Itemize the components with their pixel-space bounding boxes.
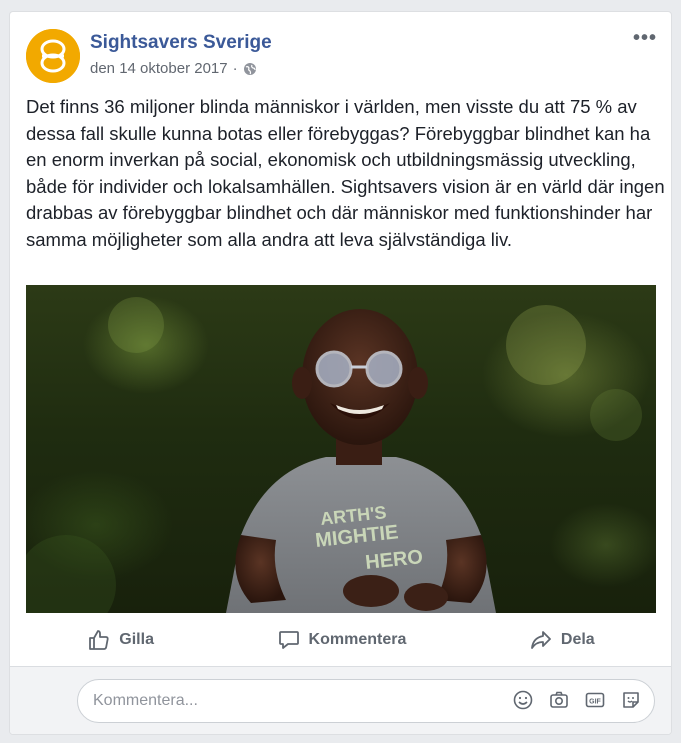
like-label: Gilla: [119, 631, 154, 648]
comment-box[interactable]: GIF: [77, 679, 655, 723]
share-label: Dela: [560, 631, 595, 648]
more-options-button[interactable]: •••: [633, 28, 657, 48]
share-button[interactable]: Dela: [529, 628, 595, 652]
page-avatar[interactable]: [26, 29, 80, 83]
page-name-link[interactable]: Sightsavers Sverige: [90, 32, 272, 54]
thumbs-up-icon: [89, 630, 109, 650]
globe-icon[interactable]: [243, 62, 257, 76]
post-date[interactable]: den 14 oktober 2017: [90, 60, 228, 77]
gif-icon[interactable]: GIF: [584, 689, 606, 711]
post-actions: Gilla Kommentera Dela: [26, 620, 656, 660]
comment-tools: GIF: [512, 689, 642, 711]
comment-label: Kommentera: [308, 631, 407, 648]
meta-separator: ·: [232, 60, 238, 77]
speech-bubble-icon: [278, 631, 299, 649]
camera-icon[interactable]: [548, 689, 570, 711]
post-card: Sightsavers Sverige den 14 oktober 2017 …: [9, 11, 672, 735]
smiley-icon[interactable]: [512, 689, 534, 711]
comment-button[interactable]: Kommentera: [277, 628, 407, 652]
post-photo[interactable]: ARTH'S MIGHTIE HERO: [26, 285, 656, 613]
post-text: Det finns 36 miljoner blinda människor i…: [26, 96, 665, 250]
sightsavers-logo-icon: [26, 29, 80, 83]
share-arrow-icon: [531, 631, 551, 649]
comment-input[interactable]: [93, 680, 493, 722]
smiling-child-with-glasses-image: ARTH'S MIGHTIE HERO: [26, 297, 642, 613]
post-meta: den 14 oktober 2017 ·: [90, 60, 257, 77]
comment-area: GIF: [10, 667, 671, 734]
gif-label: GIF: [589, 699, 601, 706]
sticker-icon[interactable]: [620, 689, 642, 711]
like-button[interactable]: Gilla: [87, 628, 154, 652]
